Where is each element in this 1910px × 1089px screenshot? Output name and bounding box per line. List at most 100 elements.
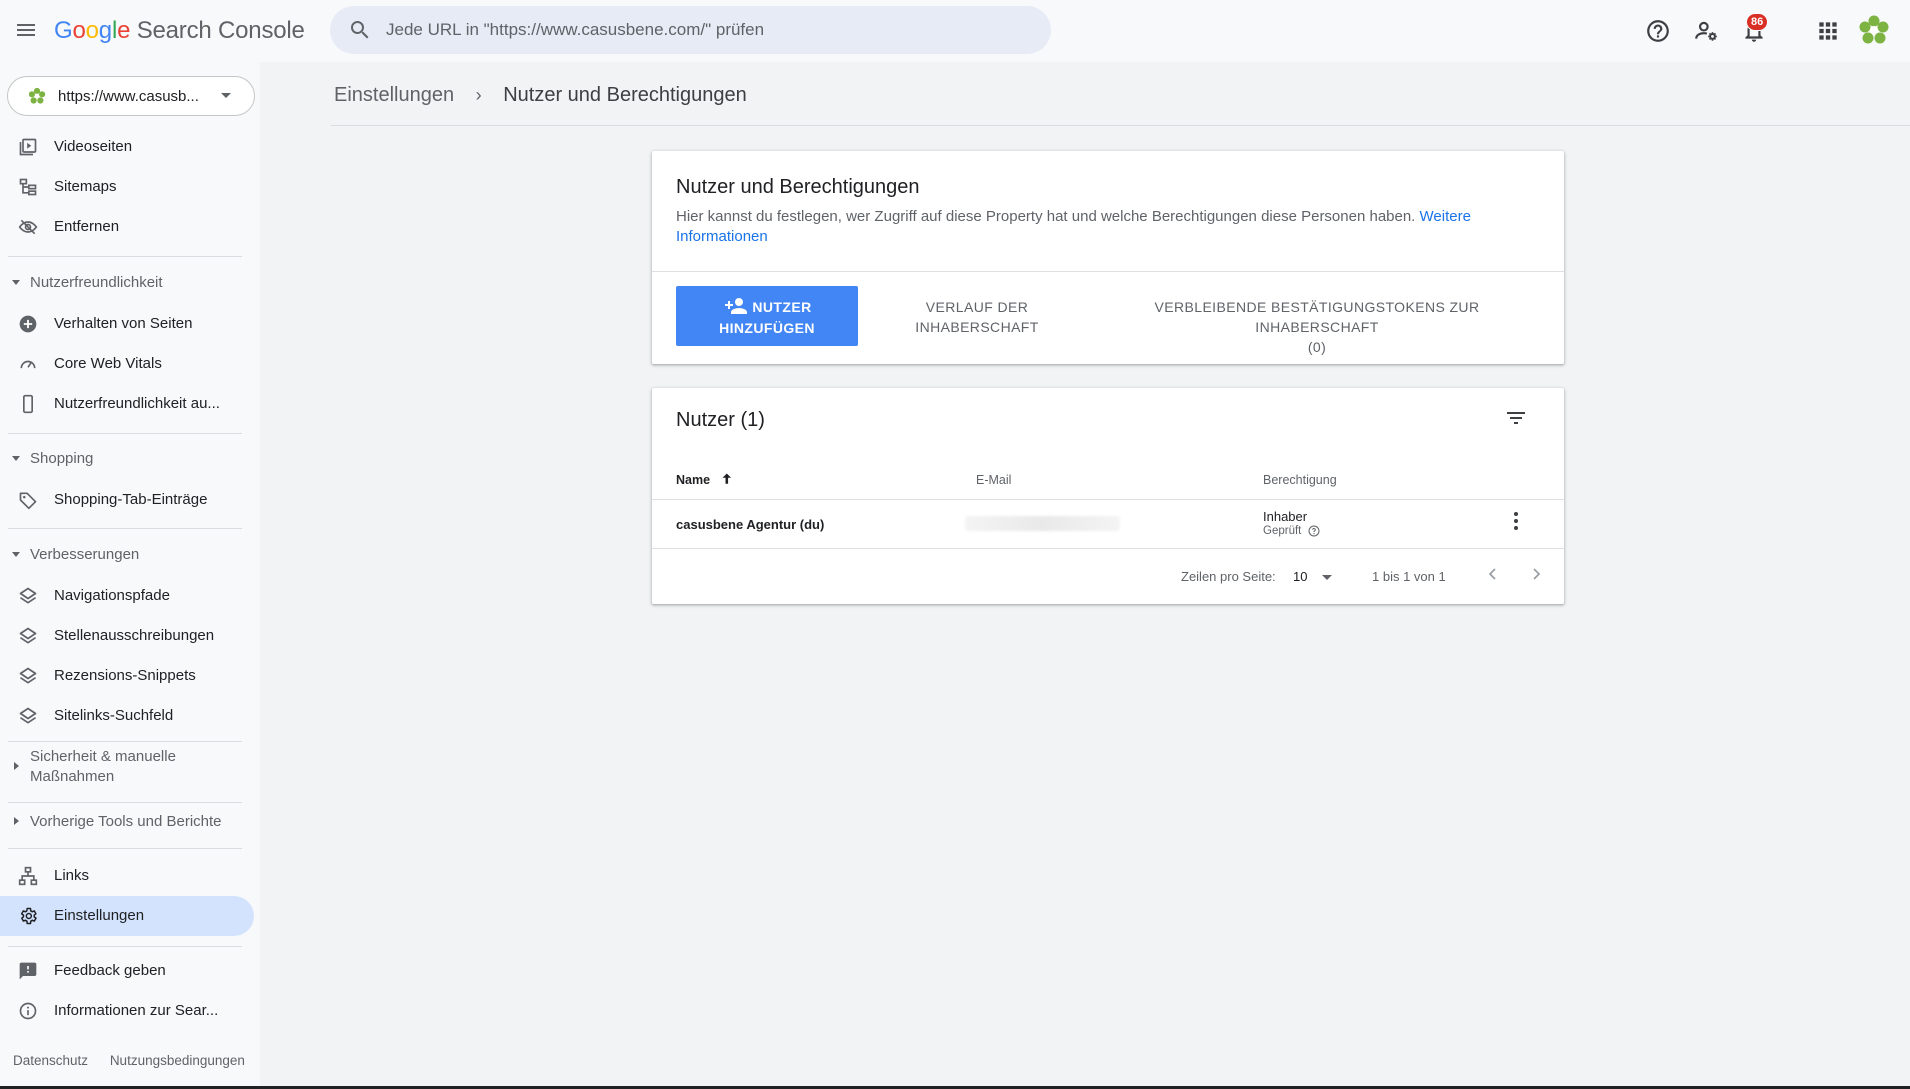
ownership-history-button[interactable]: VERLAUF DER INHABERSCHAFT: [892, 297, 1062, 337]
nav-item-label: Navigationspfade: [54, 587, 170, 604]
terms-link[interactable]: Nutzungsbedingungen: [110, 1053, 245, 1068]
nav-item-label: Links: [54, 867, 90, 884]
search-input[interactable]: [386, 6, 1026, 54]
breadcrumb: Einstellungen › Nutzer und Berechtigunge…: [334, 84, 747, 107]
nav-item-links[interactable]: Links: [0, 856, 254, 896]
column-header-name[interactable]: Name: [676, 473, 710, 487]
divider: [8, 433, 242, 434]
nav-item-mobile-usability[interactable]: Nutzerfreundlichkeit au...: [0, 384, 254, 424]
sitemap-icon: [19, 178, 37, 196]
dropdown-arrow-icon[interactable]: [1322, 575, 1332, 580]
expand-arrow-icon: [14, 817, 19, 825]
property-favicon-icon: [28, 87, 46, 104]
url-inspection-search[interactable]: [330, 6, 1051, 54]
footer-links: Datenschutz Nutzungsbedingungen: [13, 1053, 263, 1068]
app-logo[interactable]: Google Search Console: [54, 17, 305, 45]
gear-icon: [20, 907, 37, 925]
verification-tokens-button[interactable]: VERBLEIBENDE BESTÄTIGUNGSTOKENS ZUR INHA…: [1092, 297, 1542, 357]
section-header-shopping[interactable]: Shopping: [0, 449, 254, 473]
section-header-experience[interactable]: Nutzerfreundlichkeit: [0, 273, 254, 297]
nav-item-about[interactable]: Informationen zur Sear...: [0, 991, 254, 1031]
label-line: (0): [1307, 339, 1327, 355]
status-text: Geprüft: [1263, 525, 1302, 538]
breadcrumb-parent[interactable]: Einstellungen: [334, 84, 454, 106]
logo-letter: e: [117, 17, 131, 44]
nav-item-label: Einstellungen: [54, 907, 145, 924]
filter-icon[interactable]: [1504, 406, 1528, 430]
rows-per-page-select[interactable]: 10: [1293, 569, 1307, 584]
apps-grid-icon[interactable]: [1815, 18, 1841, 44]
video-pages-icon: [19, 138, 37, 156]
arrow-up-icon[interactable]: [720, 471, 734, 487]
nav-item-label: Rezensions-Snippets: [54, 667, 196, 684]
rows-per-page-label: Zeilen pro Seite:: [1181, 569, 1276, 584]
breadcrumb-current: Nutzer und Berechtigungen: [503, 84, 747, 106]
verification-status: Geprüft: [1263, 525, 1320, 537]
nav-item-label: Informationen zur Sear...: [54, 1002, 219, 1019]
add-user-label: NUTZER HINZUFÜGEN: [676, 297, 858, 339]
nav-item-label: Sitelinks-Suchfeld: [54, 707, 174, 724]
nav-item-sitemaps[interactable]: Sitemaps: [0, 167, 254, 207]
user-email-redacted: [965, 516, 1120, 531]
chevron-left-icon[interactable]: [1481, 562, 1505, 586]
layers-icon: [19, 667, 37, 684]
help-icon[interactable]: [1308, 525, 1320, 537]
divider: [8, 256, 242, 257]
top-app-bar: Google Search Console 86: [0, 0, 1910, 62]
more-vert-icon[interactable]: [1504, 509, 1528, 533]
logo-letter: G: [54, 17, 73, 44]
section-label: Vorherige Tools und Berichte: [30, 813, 222, 830]
menu-icon[interactable]: [14, 18, 38, 42]
label-line: VERLAUF DER: [925, 299, 1029, 315]
nav-item-feedback[interactable]: Feedback geben: [0, 951, 254, 991]
search-icon[interactable]: [348, 18, 372, 42]
feedback-icon: [19, 962, 37, 980]
nav-item-breadcrumbs[interactable]: Navigationspfade: [0, 576, 254, 616]
card-title: Nutzer und Berechtigungen: [676, 176, 920, 198]
user-permission: Inhaber: [1263, 509, 1308, 524]
nav-item-label: Feedback geben: [54, 962, 166, 979]
column-header-permission[interactable]: Berechtigung: [1263, 473, 1337, 487]
collapse-arrow-icon: [12, 456, 20, 461]
nav-item-page-experience[interactable]: Verhalten von Seiten: [0, 304, 254, 344]
column-header-email[interactable]: E-Mail: [976, 473, 1011, 487]
label-line: INHABERSCHAFT: [915, 319, 1039, 335]
layers-icon: [19, 707, 37, 724]
chevron-right-icon: ›: [475, 85, 482, 105]
divider: [652, 271, 1564, 272]
section-label: Sicherheit & manuelle Maßnahmen: [30, 748, 176, 785]
section-header-legacy[interactable]: Vorherige Tools und Berichte: [0, 812, 254, 836]
section-header-enhancements[interactable]: Verbesserungen: [0, 545, 254, 569]
nav-item-core-web-vitals[interactable]: Core Web Vitals: [0, 344, 254, 384]
logo-letter: o: [72, 17, 86, 44]
dropdown-arrow-icon: [221, 93, 231, 98]
permissions-card: Nutzer und Berechtigungen Hier kannst du…: [652, 151, 1564, 364]
chevron-right-icon[interactable]: [1524, 562, 1548, 586]
manage-accounts-icon[interactable]: [1693, 18, 1719, 44]
nav-item-job-postings[interactable]: Stellenausschreibungen: [0, 616, 254, 656]
nav-item-removals[interactable]: Entfernen: [0, 207, 254, 247]
mobile-icon: [23, 394, 33, 414]
nav-item-review-snippets[interactable]: Rezensions-Snippets: [0, 656, 254, 696]
nav-item-video-pages[interactable]: Videoseiten: [0, 127, 254, 167]
users-card: Nutzer (1) Name E-Mail Berechtigung casu…: [652, 388, 1564, 604]
add-user-button[interactable]: NUTZER HINZUFÜGEN: [676, 286, 858, 346]
divider: [8, 848, 242, 849]
nav-item-sitelinks-searchbox[interactable]: Sitelinks-Suchfeld: [0, 696, 254, 736]
card-title: Nutzer (1): [676, 409, 765, 431]
help-icon[interactable]: [1645, 18, 1671, 44]
pagination-range: 1 bis 1 von 1: [1372, 569, 1446, 584]
section-header-security[interactable]: Sicherheit & manuelle Maßnahmen: [0, 747, 254, 791]
nav-item-settings[interactable]: Einstellungen: [0, 896, 254, 936]
property-selector[interactable]: https://www.casusb...: [7, 76, 255, 116]
sidebar: https://www.casusb... Videoseiten Sitema…: [0, 62, 260, 1089]
label-line: HINZUFÜGEN: [719, 320, 815, 336]
info-icon: [19, 1002, 37, 1020]
privacy-link[interactable]: Datenschutz: [13, 1053, 88, 1068]
nav-item-label: Core Web Vitals: [54, 355, 162, 372]
divider: [331, 125, 1910, 126]
account-avatar[interactable]: [1858, 14, 1890, 46]
nav-item-shopping-tab[interactable]: Shopping-Tab-Einträge: [0, 480, 254, 520]
links-icon: [18, 866, 38, 886]
card-description: Hier kannst du festlegen, wer Zugriff au…: [676, 207, 1526, 247]
